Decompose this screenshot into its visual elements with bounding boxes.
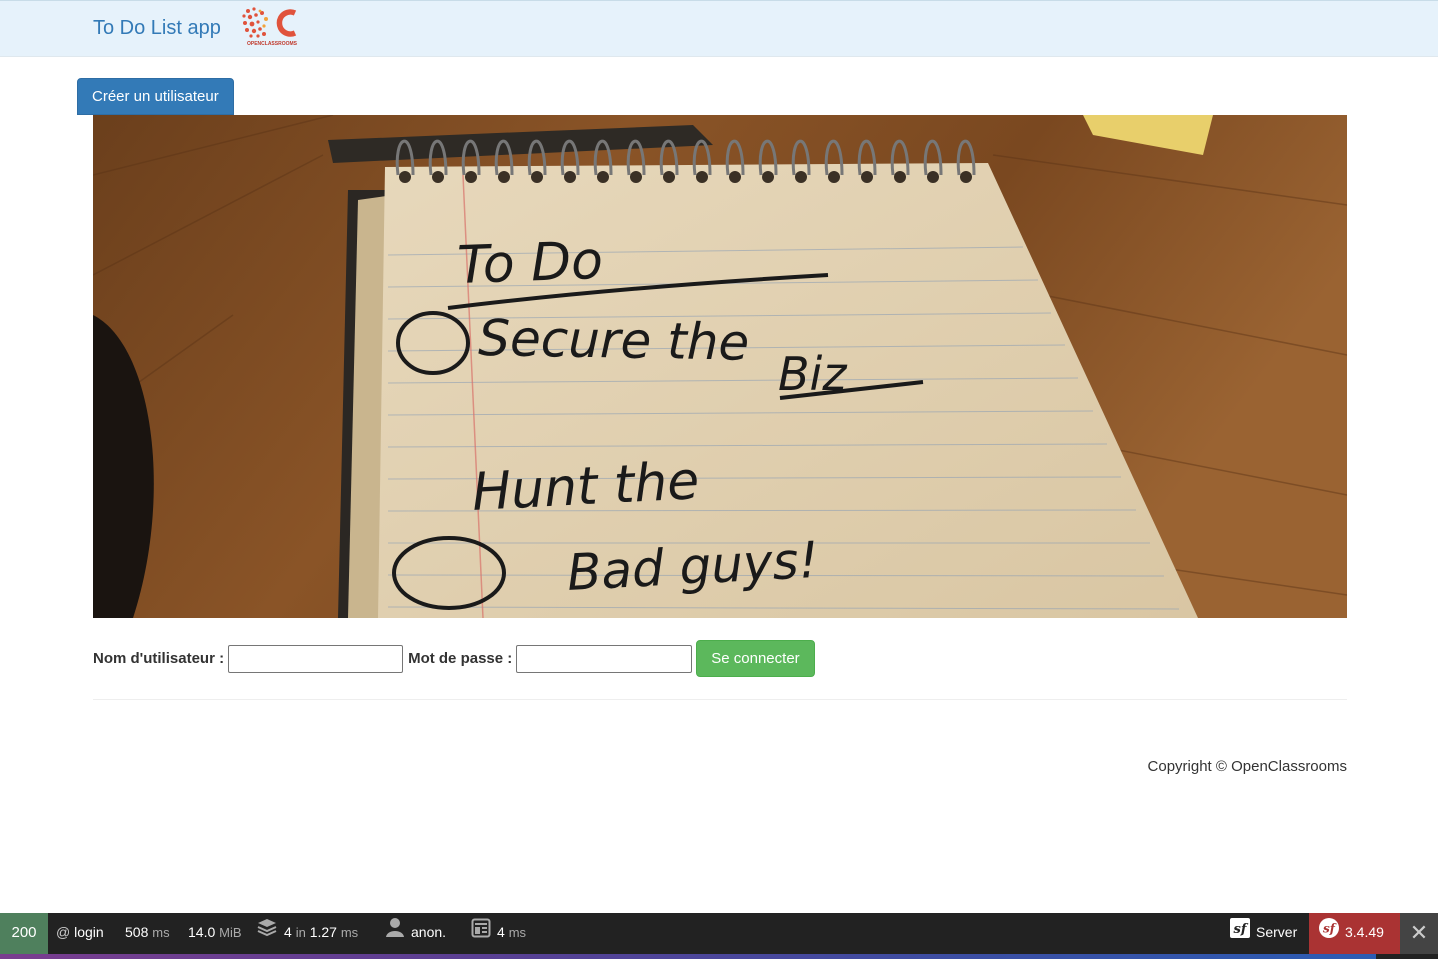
svg-text:sf: sf	[1323, 921, 1337, 935]
route-prefix: @	[56, 924, 71, 940]
time-value: 508	[125, 924, 149, 940]
hero-image-notepad: To Do Secure the Biz Hunt the Bad guys!	[93, 115, 1347, 618]
memory-value: 14.0	[188, 924, 216, 940]
close-icon[interactable]: ✕	[1400, 913, 1438, 954]
status-code-badge[interactable]: 200	[0, 913, 48, 954]
login-button[interactable]: Se connecter	[696, 640, 815, 677]
time-unit: ms	[152, 925, 170, 940]
route-name: login	[74, 924, 104, 940]
database-stack-icon	[256, 914, 278, 953]
db-unit: ms	[340, 925, 359, 940]
server-label: Server	[1256, 924, 1298, 940]
toolbar-stripe	[0, 954, 1376, 959]
db-time: 1.27	[309, 924, 337, 940]
twig-time-value: 4	[497, 924, 505, 940]
symfony-version[interactable]: sf 3.4.49	[1309, 913, 1400, 954]
route-info[interactable]: @ login	[56, 913, 104, 954]
username-label: Nom d'utilisateur :	[93, 650, 225, 667]
symfony-debug-toolbar: 200 @ login 508 ms 14.0 MiB 4 in 1.27 ms…	[0, 913, 1438, 959]
footer-divider	[93, 699, 1347, 700]
password-label: Mot de passe :	[408, 650, 513, 667]
database-queries[interactable]: 4 in 1.27 ms	[256, 913, 358, 954]
openclassrooms-logo[interactable]: OPENCLASSROOMS	[240, 5, 304, 47]
request-time[interactable]: 508 ms	[125, 913, 170, 954]
server-info[interactable]: sf Server	[1230, 913, 1297, 954]
navbar: To Do List app OPENCLASSROOMS	[0, 0, 1438, 57]
svg-text:OPENCLASSROOMS: OPENCLASSROOMS	[247, 41, 298, 47]
copyright: Copyright © OpenClassrooms	[1147, 758, 1347, 775]
db-query-count: 4	[284, 924, 292, 940]
handwritten-title: To Do	[456, 231, 604, 296]
create-user-button[interactable]: Créer un utilisateur	[77, 78, 234, 115]
password-field[interactable]	[516, 644, 693, 673]
user-name: anon.	[411, 924, 447, 940]
db-in-label: in	[295, 925, 306, 940]
login-form: Nom d'utilisateur : Mot de passe : Se co…	[93, 640, 815, 677]
brand-link[interactable]: To Do List app	[93, 17, 221, 40]
memory-unit: MiB	[219, 925, 242, 940]
twig-render-time[interactable]: 4 ms	[471, 913, 526, 954]
security-user[interactable]: anon.	[385, 913, 446, 954]
twig-template-icon	[471, 914, 491, 953]
user-icon	[385, 914, 405, 953]
symfony-logo-icon: sf	[1319, 914, 1339, 953]
handwritten-item-2: Hunt the	[471, 451, 701, 523]
symfony-server-icon: sf	[1230, 914, 1250, 953]
version-number: 3.4.49	[1345, 924, 1384, 940]
memory-usage[interactable]: 14.0 MiB	[188, 913, 242, 954]
twig-time-unit: ms	[508, 925, 527, 940]
username-field[interactable]	[228, 644, 404, 673]
handwritten-item-1: Secure the	[478, 309, 750, 372]
